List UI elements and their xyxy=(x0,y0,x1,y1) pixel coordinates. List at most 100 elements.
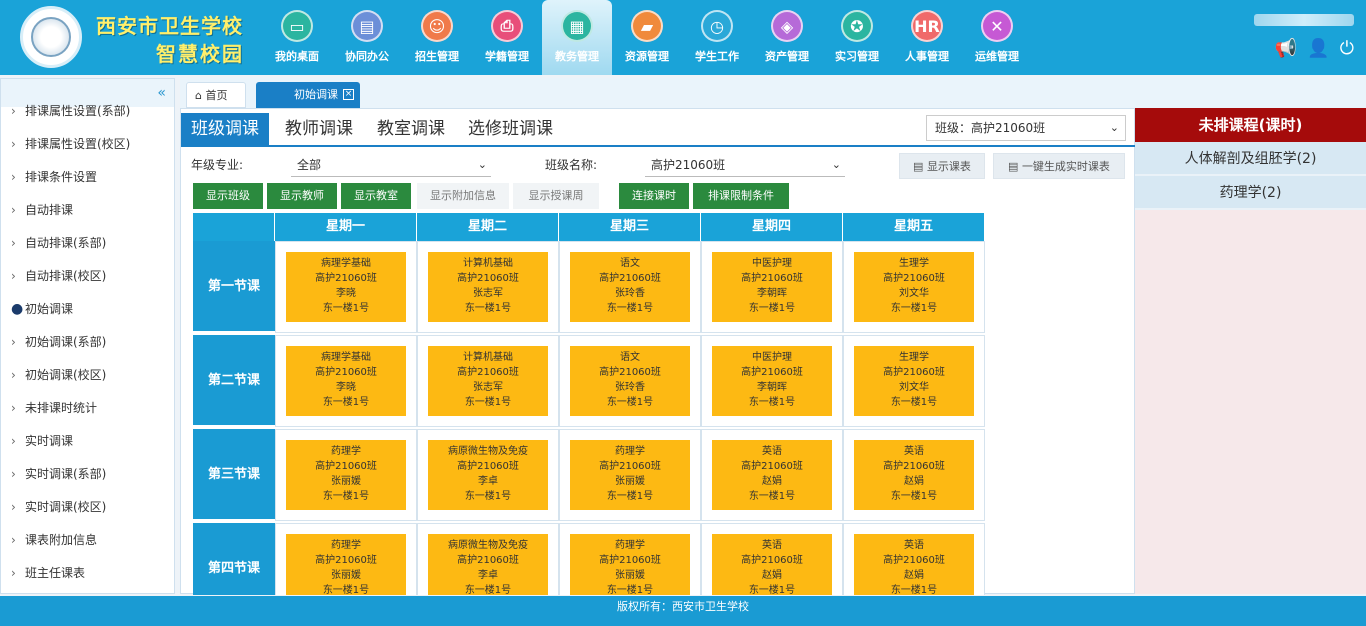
nav-label: 人事管理 xyxy=(905,50,949,63)
course-card[interactable]: 药理学 高护21060班 张丽媛 东一楼1号 xyxy=(570,440,690,510)
nav-label: 我的桌面 xyxy=(275,50,319,63)
schedule-cell[interactable]: 病理学基础 高护21060班 李晓 东一楼1号 xyxy=(275,241,417,333)
class-select[interactable]: 班级：高护21060班 ⌄ xyxy=(926,115,1126,141)
limit-conditions-button[interactable]: 排课限制条件 xyxy=(693,183,789,209)
nav-item[interactable]: ▭ 我的桌面 xyxy=(262,0,332,75)
sidebar-item[interactable]: › 班主任课表 xyxy=(1,557,174,590)
schedule-cell[interactable]: 生理学 高护21060班 刘文华 东一楼1号 xyxy=(843,335,985,427)
sidebar-item[interactable]: › 自动排课 xyxy=(1,194,174,227)
course-card[interactable]: 英语 高护21060班 赵娟 东一楼1号 xyxy=(854,440,974,510)
course-card[interactable]: 计算机基础 高护21060班 张志军 东一楼1号 xyxy=(428,346,548,416)
sidebar-item[interactable]: › 排课属性设置(系部) xyxy=(1,95,174,128)
course-room: 东一楼1号 xyxy=(322,491,370,502)
schedule-cell[interactable]: 英语 高护21060班 赵娟 东一楼1号 xyxy=(843,429,985,521)
course-card[interactable]: 语文 高护21060班 张玲香 东一楼1号 xyxy=(570,252,690,322)
power-icon[interactable]: ⏻ xyxy=(1340,38,1354,59)
schedule-cell[interactable]: 药理学 高护21060班 张丽媛 东一楼1号 xyxy=(559,429,701,521)
course-card[interactable]: 英语 高护21060班 赵娟 东一楼1号 xyxy=(854,534,974,595)
course-card[interactable]: 病原微生物及免疫 高护21060班 李卓 东一楼1号 xyxy=(428,440,548,510)
announcement-icon[interactable]: 📢 xyxy=(1275,38,1297,59)
sidebar-item[interactable]: › 自动排课(校区) xyxy=(1,260,174,293)
sidebar-item[interactable]: › 初始调课(系部) xyxy=(1,326,174,359)
unscheduled-item[interactable]: 人体解剖及组胚学(2) xyxy=(1135,142,1366,176)
user-icon[interactable]: 👤 xyxy=(1307,38,1329,59)
show-class-button[interactable]: 显示班级 xyxy=(193,183,263,209)
nav-item[interactable]: ◈ 资产管理 xyxy=(752,0,822,75)
show-schedule-button[interactable]: ▤ 显示课表 xyxy=(899,153,985,179)
subtab-elective[interactable]: 选修班调课 xyxy=(468,113,553,145)
schedule-cell[interactable]: 病原微生物及免疫 高护21060班 李卓 东一楼1号 xyxy=(417,429,559,521)
nav-item[interactable]: ◷ 学生工作 xyxy=(682,0,752,75)
schedule-cell[interactable]: 英语 高护21060班 赵娟 东一楼1号 xyxy=(701,523,843,595)
link-hours-button[interactable]: 连接课时 xyxy=(619,183,689,209)
sidebar-item[interactable]: › 课表附加信息 xyxy=(1,524,174,557)
schedule-cell[interactable]: 病原微生物及免疫 高护21060班 李卓 东一楼1号 xyxy=(417,523,559,595)
subtab-teacher[interactable]: 教师调课 xyxy=(285,113,353,145)
schedule-cell[interactable]: 语文 高护21060班 张玲香 东一楼1号 xyxy=(559,241,701,333)
sidebar-item[interactable]: › 初始调课(校区) xyxy=(1,359,174,392)
grade-select[interactable]: 全部 ⌄ xyxy=(291,153,491,177)
nav-item[interactable]: ⎙ 学籍管理 xyxy=(472,0,542,75)
course-card[interactable]: 药理学 高护21060班 张丽媛 东一楼1号 xyxy=(286,534,406,595)
course-card[interactable]: 生理学 高护21060班 刘文华 东一楼1号 xyxy=(854,346,974,416)
subtab-class[interactable]: 班级调课 xyxy=(181,113,269,145)
schedule-cell[interactable]: 英语 高护21060班 赵娟 东一楼1号 xyxy=(843,523,985,595)
schedule-cell[interactable]: 生理学 高护21060班 刘文华 东一楼1号 xyxy=(843,241,985,333)
sidebar-item[interactable]: › 实时调课(系部) xyxy=(1,458,174,491)
schedule-cell[interactable]: 中医护理 高护21060班 李朝晖 东一楼1号 xyxy=(701,335,843,427)
course-cls: 高护21060班 xyxy=(741,367,803,378)
sidebar-item[interactable]: › 排课属性设置(校区) xyxy=(1,128,174,161)
nav-item[interactable]: ▦ 教务管理 xyxy=(542,0,612,75)
course-cls: 高护21060班 xyxy=(741,555,803,566)
nav-item[interactable]: ✪ 实习管理 xyxy=(822,0,892,75)
sidebar-item[interactable]: › 未排课时统计 xyxy=(1,392,174,425)
course-course: 药理学 xyxy=(331,446,361,457)
tab-home[interactable]: ⌂ 首页 xyxy=(186,82,246,108)
class-name-select[interactable]: 高护21060班 ⌄ xyxy=(645,153,845,177)
course-card[interactable]: 中医护理 高护21060班 李朝晖 东一楼1号 xyxy=(712,252,832,322)
sidebar-item[interactable]: › 实时调课(校区) xyxy=(1,491,174,524)
course-card[interactable]: 药理学 高护21060班 张丽媛 东一楼1号 xyxy=(570,534,690,595)
sidebar-item[interactable]: › 实时调课 xyxy=(1,425,174,458)
tab-current[interactable]: 初始调课 × xyxy=(256,82,360,108)
close-tab-icon[interactable]: × xyxy=(343,89,354,100)
schedule-cell[interactable]: 计算机基础 高护21060班 张志军 东一楼1号 xyxy=(417,335,559,427)
schedule-cell[interactable]: 语文 高护21060班 张玲香 东一楼1号 xyxy=(559,335,701,427)
course-card[interactable]: 中医护理 高护21060班 李朝晖 东一楼1号 xyxy=(712,346,832,416)
show-extra-button[interactable]: 显示附加信息 xyxy=(417,183,509,209)
course-card[interactable]: 病原微生物及免疫 高护21060班 李卓 东一楼1号 xyxy=(428,534,548,595)
schedule-cell[interactable]: 药理学 高护21060班 张丽媛 东一楼1号 xyxy=(275,523,417,595)
show-teacher-button[interactable]: 显示教师 xyxy=(267,183,337,209)
nav-item[interactable]: ✕ 运维管理 xyxy=(962,0,1032,75)
nav-item[interactable]: ☺ 招生管理 xyxy=(402,0,472,75)
show-room-button[interactable]: 显示教室 xyxy=(341,183,411,209)
sidebar-item[interactable]: ● 初始调课 xyxy=(1,293,174,326)
schedule-cell[interactable]: 中医护理 高护21060班 李朝晖 东一楼1号 xyxy=(701,241,843,333)
generate-schedule-button[interactable]: ▤ 一键生成实时课表 xyxy=(993,153,1125,179)
course-card[interactable]: 英语 高护21060班 赵娟 东一楼1号 xyxy=(712,534,832,595)
course-room: 东一楼1号 xyxy=(748,585,796,595)
schedule-cell[interactable]: 计算机基础 高护21060班 张志军 东一楼1号 xyxy=(417,241,559,333)
course-cls: 高护21060班 xyxy=(315,367,377,378)
nav-item[interactable]: HR 人事管理 xyxy=(892,0,962,75)
show-week-button[interactable]: 显示授课周 xyxy=(513,183,599,209)
course-card[interactable]: 计算机基础 高护21060班 张志军 东一楼1号 xyxy=(428,252,548,322)
nav-item[interactable]: ▤ 协同办公 xyxy=(332,0,402,75)
nav-item[interactable]: ▰ 资源管理 xyxy=(612,0,682,75)
schedule-cell[interactable]: 英语 高护21060班 赵娟 东一楼1号 xyxy=(701,429,843,521)
nav-label: 运维管理 xyxy=(975,50,1019,63)
sidebar-item[interactable]: › 排课条件设置 xyxy=(1,161,174,194)
course-cls: 高护21060班 xyxy=(315,555,377,566)
course-card[interactable]: 病理学基础 高护21060班 李晓 东一楼1号 xyxy=(286,346,406,416)
course-card[interactable]: 病理学基础 高护21060班 李晓 东一楼1号 xyxy=(286,252,406,322)
schedule-cell[interactable]: 药理学 高护21060班 张丽媛 东一楼1号 xyxy=(559,523,701,595)
subtab-room[interactable]: 教室调课 xyxy=(377,113,445,145)
course-card[interactable]: 生理学 高护21060班 刘文华 东一楼1号 xyxy=(854,252,974,322)
course-card[interactable]: 语文 高护21060班 张玲香 东一楼1号 xyxy=(570,346,690,416)
schedule-cell[interactable]: 药理学 高护21060班 张丽媛 东一楼1号 xyxy=(275,429,417,521)
course-card[interactable]: 药理学 高护21060班 张丽媛 东一楼1号 xyxy=(286,440,406,510)
sidebar-item[interactable]: › 自动排课(系部) xyxy=(1,227,174,260)
unscheduled-item[interactable]: 药理学(2) xyxy=(1135,176,1366,210)
schedule-cell[interactable]: 病理学基础 高护21060班 李晓 东一楼1号 xyxy=(275,335,417,427)
course-card[interactable]: 英语 高护21060班 赵娟 东一楼1号 xyxy=(712,440,832,510)
